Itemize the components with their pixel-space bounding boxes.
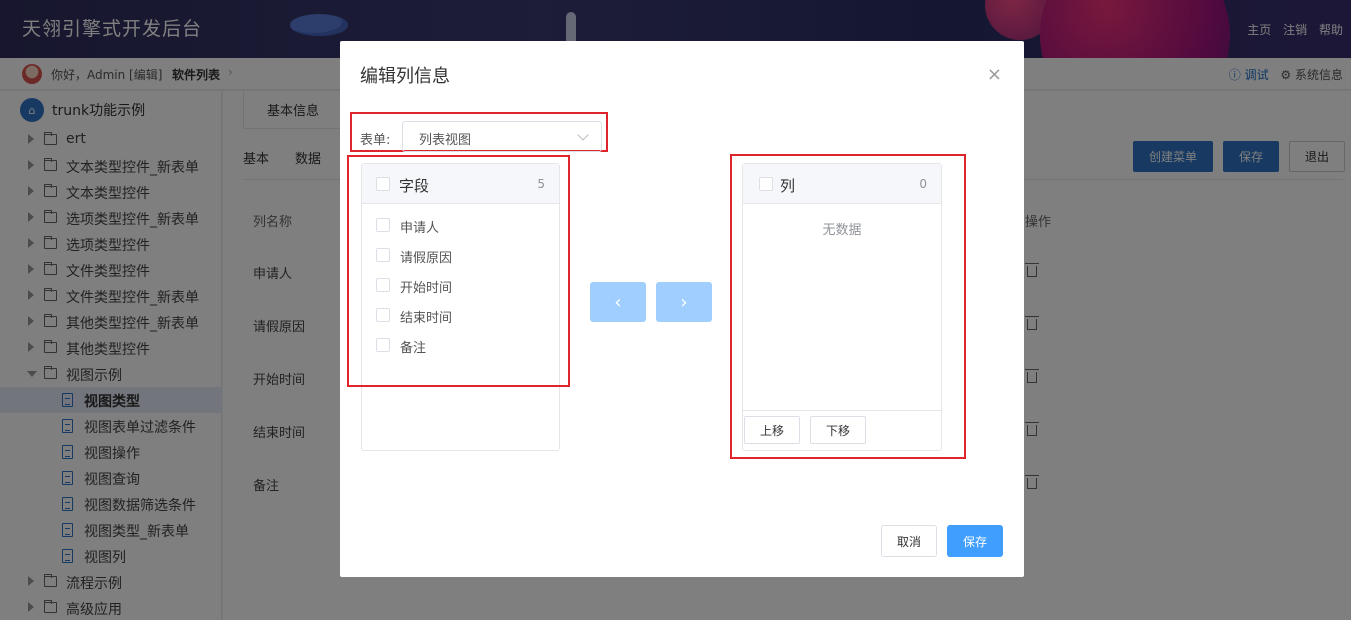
move-right-button[interactable]: ›	[656, 282, 712, 322]
dialog-save-button[interactable]: 保存	[947, 525, 1003, 557]
edit-columns-dialog: 编辑列信息 × 表单: 列表视图 字段 5 申请人 请假原因 开始时间 结束时间…	[340, 41, 1024, 577]
highlight-box-fields	[347, 155, 570, 387]
chevron-left-icon: ‹	[614, 291, 622, 313]
dialog-title: 编辑列信息	[360, 66, 450, 87]
chevron-right-icon: ›	[680, 291, 688, 313]
form-select-value: 列表视图	[419, 133, 472, 148]
chevron-down-icon	[577, 129, 589, 141]
highlight-box-columns	[730, 154, 966, 459]
cancel-button[interactable]: 取消	[881, 525, 937, 557]
move-left-button[interactable]: ‹	[590, 282, 646, 322]
form-select[interactable]: 列表视图	[402, 121, 602, 152]
form-label: 表单:	[360, 133, 391, 148]
close-icon[interactable]: ×	[987, 64, 1002, 85]
